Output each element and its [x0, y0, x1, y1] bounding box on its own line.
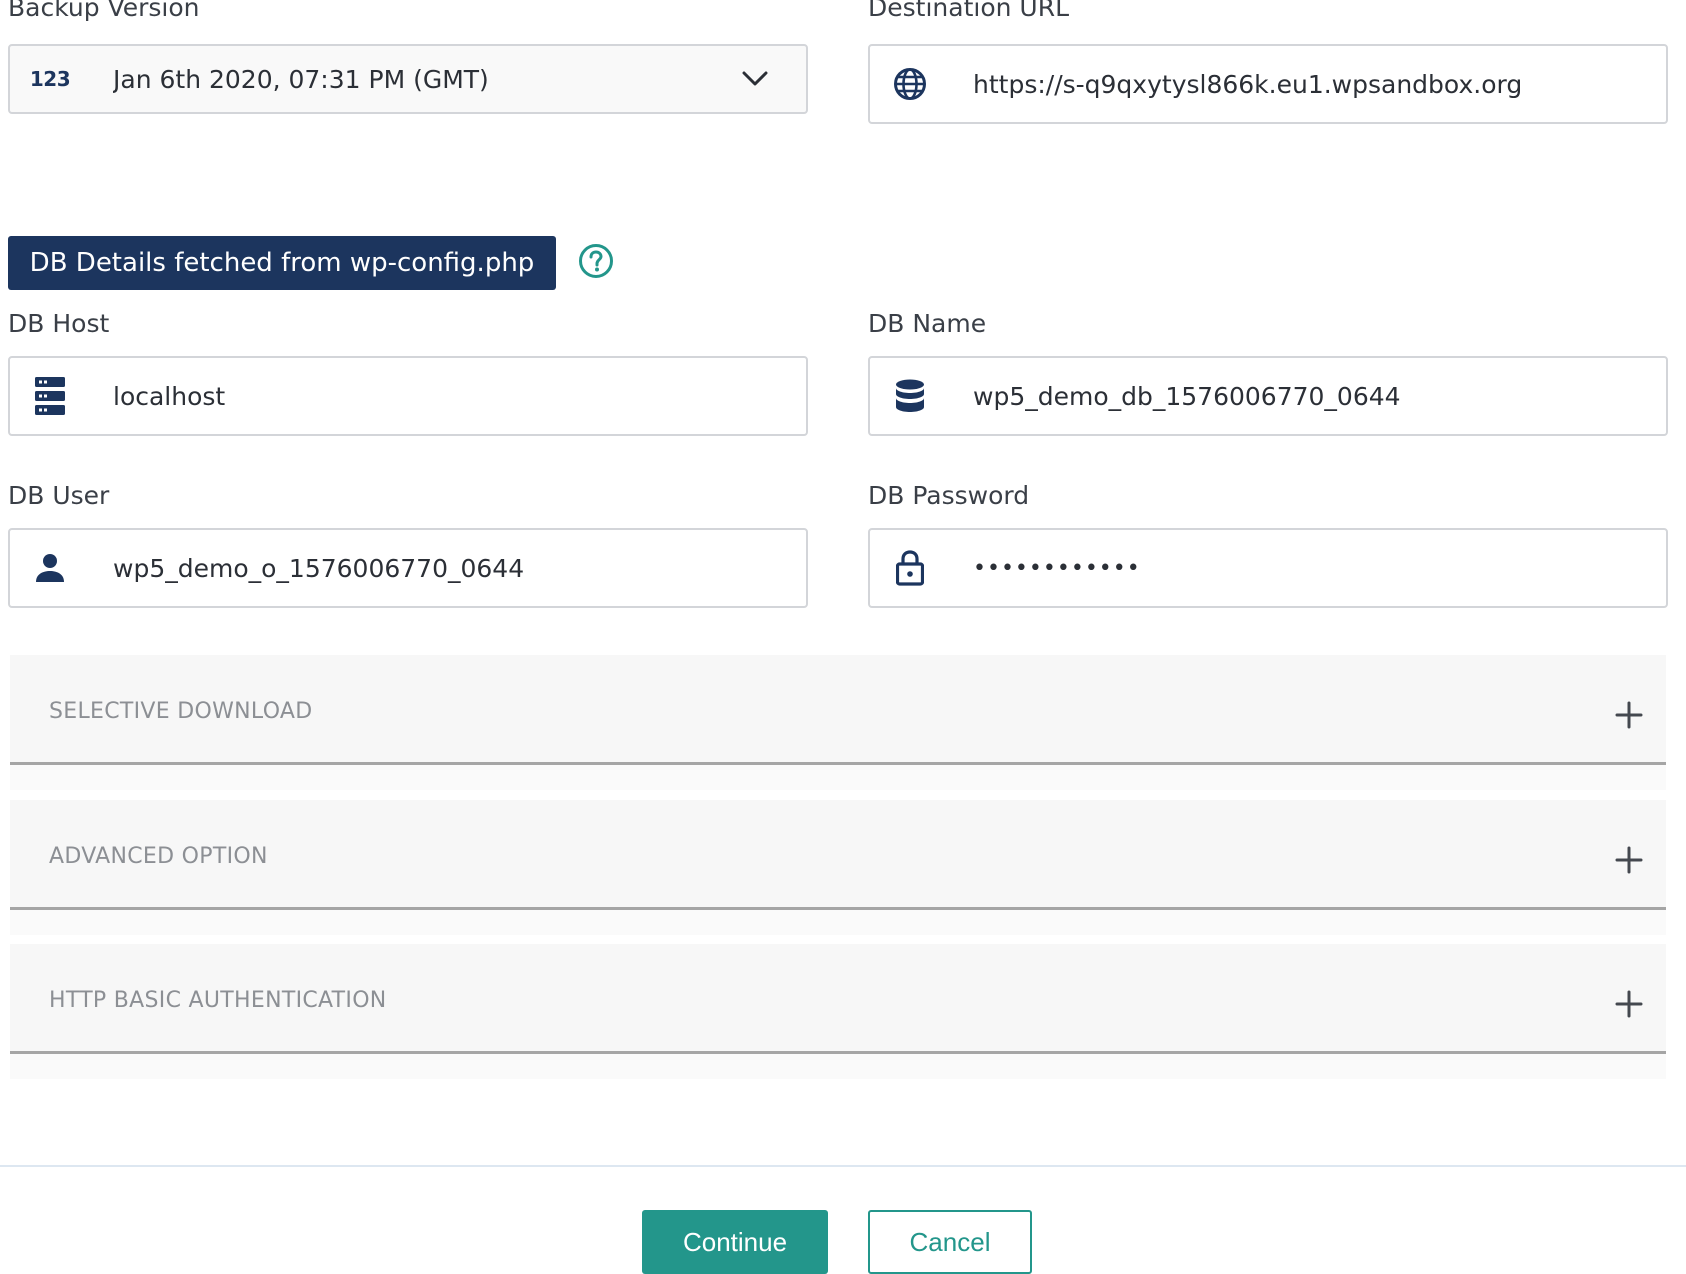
accordion-title: SELECTIVE DOWNLOAD [49, 699, 313, 724]
db-details-badge: DB Details fetched from wp-config.php [8, 236, 556, 290]
cancel-button[interactable]: Cancel [868, 1210, 1032, 1274]
db-name-value: wp5_demo_db_1576006770_0644 [973, 381, 1401, 411]
db-user-value: wp5_demo_o_1576006770_0644 [113, 553, 525, 583]
user-icon [32, 550, 68, 586]
accordion-http-basic-authentication[interactable]: HTTP BASIC AUTHENTICATION [10, 944, 1666, 1079]
destination-url-value: https://s-q9qxytysl866k.eu1.wpsandbox.or… [973, 69, 1523, 99]
accordion-selective-download[interactable]: SELECTIVE DOWNLOAD [10, 655, 1666, 790]
accordion-title: ADVANCED OPTION [49, 844, 268, 869]
db-name-field[interactable]: wp5_demo_db_1576006770_0644 [868, 356, 1668, 436]
lock-icon [892, 550, 928, 586]
plus-icon[interactable] [1614, 700, 1644, 730]
server-icon [32, 377, 68, 415]
chevron-down-icon[interactable] [740, 64, 770, 94]
number-123-icon: 123 [29, 67, 71, 91]
continue-button[interactable]: Continue [642, 1210, 828, 1274]
accordion-advanced-option[interactable]: ADVANCED OPTION [10, 800, 1666, 935]
plus-icon[interactable] [1614, 989, 1644, 1019]
destination-url-label: Destination URL [868, 0, 1070, 22]
backup-version-value: Jan 6th 2020, 07:31 PM (GMT) [113, 64, 489, 94]
footer-divider [0, 1165, 1686, 1167]
db-password-field[interactable]: •••••••••••• [868, 528, 1668, 608]
backup-version-label: Backup Version [8, 0, 200, 22]
backup-version-select[interactable]: 123 Jan 6th 2020, 07:31 PM (GMT) [8, 44, 808, 114]
db-password-label: DB Password [868, 481, 1030, 510]
database-icon [892, 378, 928, 414]
db-host-label: DB Host [8, 309, 110, 338]
globe-icon [892, 66, 928, 102]
destination-url-field[interactable]: https://s-q9qxytysl866k.eu1.wpsandbox.or… [868, 44, 1668, 124]
db-host-value: localhost [113, 381, 226, 411]
db-password-value: •••••••••••• [973, 555, 1141, 581]
db-host-field[interactable]: localhost [8, 356, 808, 436]
db-name-label: DB Name [868, 309, 987, 338]
db-user-field[interactable]: wp5_demo_o_1576006770_0644 [8, 528, 808, 608]
plus-icon[interactable] [1614, 845, 1644, 875]
help-circle-icon[interactable] [578, 243, 614, 279]
accordion-title: HTTP BASIC AUTHENTICATION [49, 988, 387, 1013]
db-user-label: DB User [8, 481, 110, 510]
